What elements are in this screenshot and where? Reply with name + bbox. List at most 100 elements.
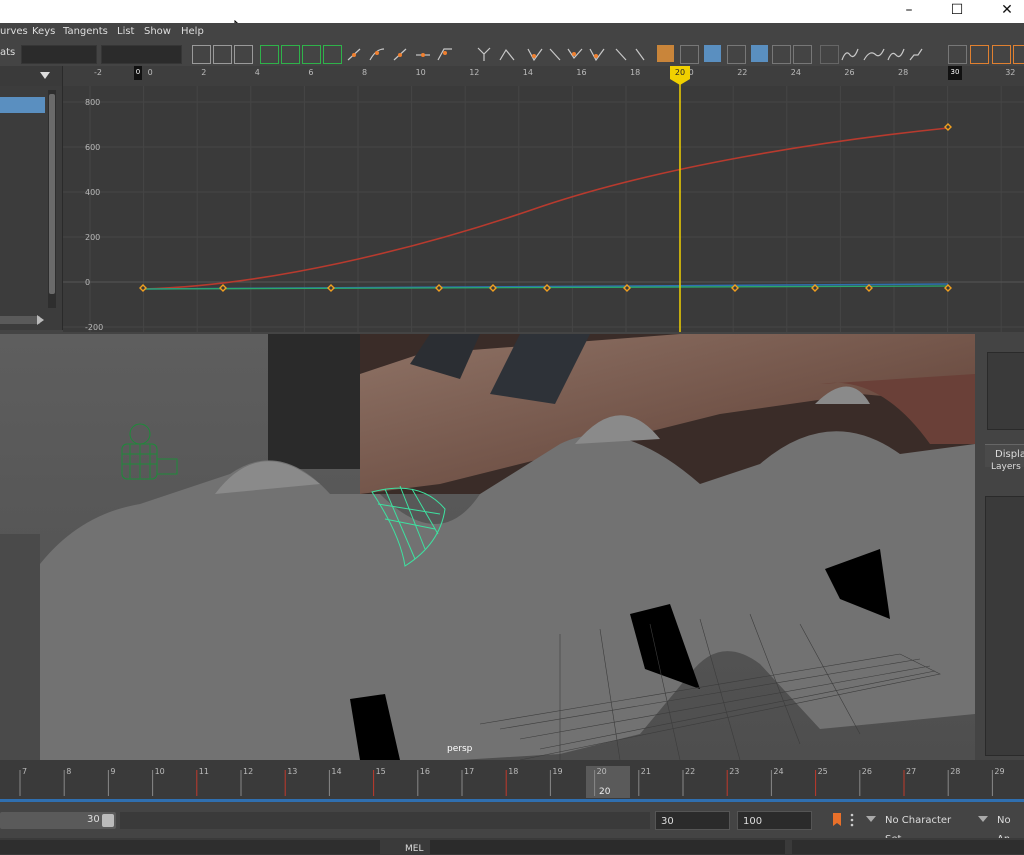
frame-tick-label: 11 (199, 767, 209, 776)
infinity-tools[interactable] (840, 46, 930, 63)
keyframe-point (219, 284, 227, 292)
frame-tick-label: 10 (155, 767, 165, 776)
frame-all-icon[interactable] (213, 45, 232, 64)
frame-tick-label: 15 (376, 767, 386, 776)
value-tick-label: 400 (85, 188, 100, 197)
command-language-label[interactable]: MEL (405, 844, 423, 854)
keyframe-point (139, 284, 147, 292)
outliner-scrollbar[interactable] (48, 90, 56, 308)
menu-curves[interactable]: urves (0, 26, 28, 37)
keyframe-point (435, 284, 443, 292)
tangent-tools[interactable] (346, 46, 476, 63)
outliner-hscroll[interactable] (0, 316, 40, 324)
graph-editor-menubar: urves Keys Tangents List Show Help (0, 23, 1024, 42)
time-tick-label: 8 (362, 68, 367, 77)
stats-field-1[interactable] (21, 45, 97, 64)
value-tick-label: -200 (85, 323, 103, 332)
chevron-down-icon[interactable] (40, 72, 50, 80)
pin-icon[interactable] (820, 45, 839, 64)
close-icon[interactable]: ✕ (984, 0, 1024, 23)
graph-view-icon[interactable] (970, 45, 989, 64)
menu-show[interactable]: Show (144, 26, 171, 37)
menu-list[interactable]: List (117, 26, 134, 37)
more-options-icon[interactable] (848, 812, 856, 828)
outliner-selected-item[interactable] (0, 97, 45, 113)
dope-sheet-icon[interactable] (992, 45, 1011, 64)
frame-tick-label: 12 (243, 767, 253, 776)
command-input[interactable] (430, 840, 785, 854)
graph-editor-toolbar: ats (0, 42, 1024, 67)
frame-tick-label: 25 (818, 767, 828, 776)
command-history[interactable] (0, 840, 380, 854)
key-c-icon[interactable] (323, 45, 342, 64)
time-tick-label: 24 (791, 68, 801, 77)
key-all-2-icon[interactable] (281, 45, 300, 64)
scene-render[interactable]: persp (0, 334, 975, 760)
max-time-field[interactable]: 100 (737, 811, 812, 830)
end-time-field[interactable]: 30 (655, 811, 730, 830)
chevron-down-icon[interactable] (978, 816, 988, 824)
minimize-icon[interactable]: – (886, 0, 932, 23)
maximize-icon[interactable]: ☐ (934, 0, 980, 23)
stats-field-2[interactable] (101, 45, 182, 64)
perspective-viewport[interactable]: persp (0, 334, 975, 760)
menu-keys[interactable]: Keys (32, 26, 55, 37)
value-snap-icon[interactable] (793, 45, 812, 64)
move-icon[interactable] (948, 45, 967, 64)
buffer-curve-icon[interactable] (657, 45, 674, 62)
menu-help[interactable]: Help (181, 26, 204, 37)
range-slider-handle[interactable] (102, 814, 114, 827)
frame-tick-label: 18 (508, 767, 518, 776)
time-snap-icon[interactable] (772, 45, 791, 64)
range-slider[interactable]: 30 (0, 812, 116, 829)
menu-tangents[interactable]: Tangents (63, 26, 108, 37)
layers-list[interactable] (985, 496, 1024, 756)
key-tools[interactable] (476, 46, 656, 63)
range-track[interactable] (120, 812, 650, 829)
key-all-icon[interactable] (260, 45, 279, 64)
frame-tick-label: 19 (552, 767, 562, 776)
frame-tick-label: 22 (685, 767, 695, 776)
time-tick-label: 22 (737, 68, 747, 77)
outliner-filter[interactable] (0, 66, 62, 86)
window-titlebar: – ☐ ✕ (0, 0, 1024, 39)
anim-layer-select[interactable]: No An (992, 811, 1024, 845)
frame-tick-label: 28 (950, 767, 960, 776)
time-tick-label: 2 (201, 68, 206, 77)
frame-tick-label: 29 (994, 767, 1004, 776)
frame-tick-label: 9 (110, 767, 115, 776)
chevron-down-icon[interactable] (866, 816, 876, 824)
time-slider-ruler[interactable]: 7 8 9 10 11 12 13 14 15 16 17 18 19 20 21 22 23 24 25 26 27 2… (0, 760, 1024, 802)
time-tick-label: 0 (148, 68, 153, 77)
denormalize-icon[interactable] (727, 45, 746, 64)
layers-label[interactable]: Layers (991, 462, 1021, 472)
auto-frame-icon[interactable] (751, 45, 768, 62)
time-tick-label: 18 (630, 68, 640, 77)
key-m-icon[interactable] (302, 45, 321, 64)
select-tool-icon[interactable] (192, 45, 211, 64)
translate-x-curve (142, 127, 949, 290)
time-tick-label: 14 (523, 68, 533, 77)
range-slider-value: 30 (87, 814, 100, 825)
auto-key-icon[interactable] (830, 812, 844, 828)
frame-tick-label: 8 (66, 767, 71, 776)
time-tick-label: 10 (416, 68, 426, 77)
keyframe-point (327, 284, 335, 292)
camera-label: persp (447, 744, 473, 754)
graph-editor-canvas[interactable]: -202468101214161820222426283032 80060040… (63, 66, 1024, 332)
time-tick-label: 12 (469, 68, 479, 77)
frame-tick-label: 21 (641, 767, 651, 776)
trax-icon[interactable] (1013, 45, 1024, 64)
time-slider[interactable]: 7 8 9 10 11 12 13 14 15 16 17 18 19 20 21 22 23 24 25 26 27 2… (0, 760, 1024, 802)
swap-buffer-icon[interactable] (680, 45, 699, 64)
frame-tick-label: 26 (862, 767, 872, 776)
character-set-select[interactable]: No Character Set (880, 811, 968, 845)
frame-tick-label: 27 (906, 767, 916, 776)
time-tick-label: 4 (255, 68, 260, 77)
frame-selection-icon[interactable] (234, 45, 253, 64)
curve-graph[interactable]: -202468101214161820222426283032 80060040… (63, 66, 1024, 332)
normalize-icon[interactable] (704, 45, 721, 62)
chevron-right-icon[interactable] (37, 315, 45, 325)
frame-tick-label: 14 (331, 767, 341, 776)
start-frame-marker: 0 (134, 66, 142, 80)
